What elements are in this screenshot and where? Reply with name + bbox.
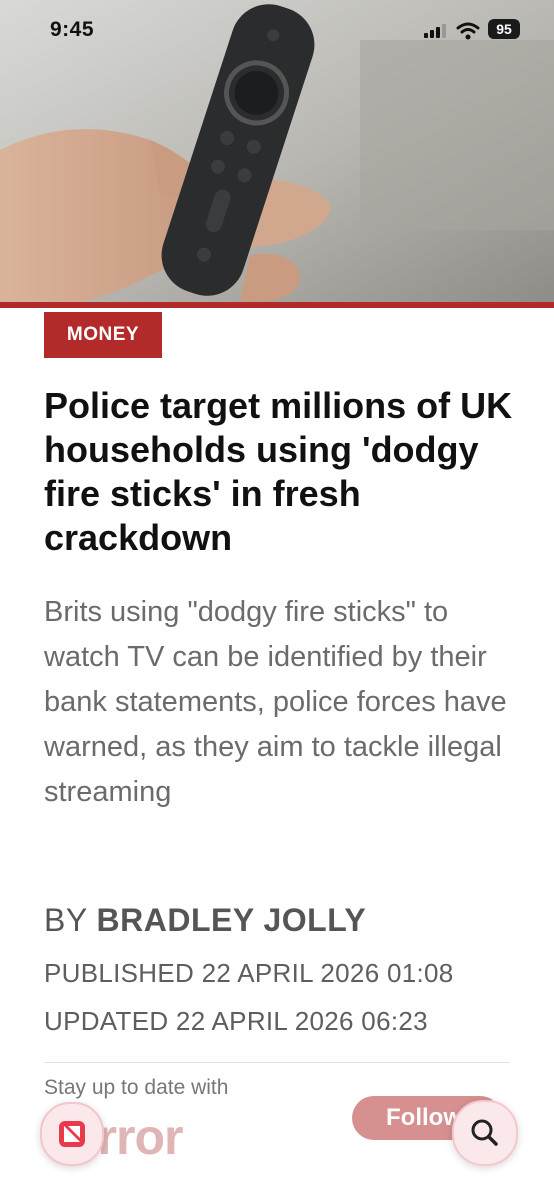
battery-indicator: 95	[488, 19, 520, 39]
article-headline: Police target millions of UK households …	[44, 385, 513, 558]
signal-icon	[424, 24, 448, 43]
published-date: PUBLISHED 22 APRIL 2026 01:08	[44, 958, 454, 988]
hero-accent-rule	[0, 302, 554, 308]
article-standfirst: Brits using "dodgy fire sticks" to watch…	[44, 596, 507, 808]
byline-prefix: BY	[44, 902, 88, 938]
status-time: 9:45	[50, 18, 95, 41]
apple-news-icon[interactable]	[40, 1102, 104, 1166]
byline: BY BRADLEY JOLLY	[44, 902, 366, 939]
search-icon	[471, 1119, 498, 1146]
follow-prompt: Stay up to date with	[44, 1076, 229, 1099]
author-link[interactable]: BRADLEY JOLLY	[97, 902, 367, 938]
status-bar: 9:45 95	[0, 0, 554, 60]
search-button[interactable]	[452, 1100, 518, 1166]
wifi-icon	[456, 22, 480, 45]
divider	[44, 1062, 510, 1063]
category-tag[interactable]: MONEY	[44, 312, 162, 358]
updated-date: UPDATED 22 APRIL 2026 06:23	[44, 1006, 428, 1036]
